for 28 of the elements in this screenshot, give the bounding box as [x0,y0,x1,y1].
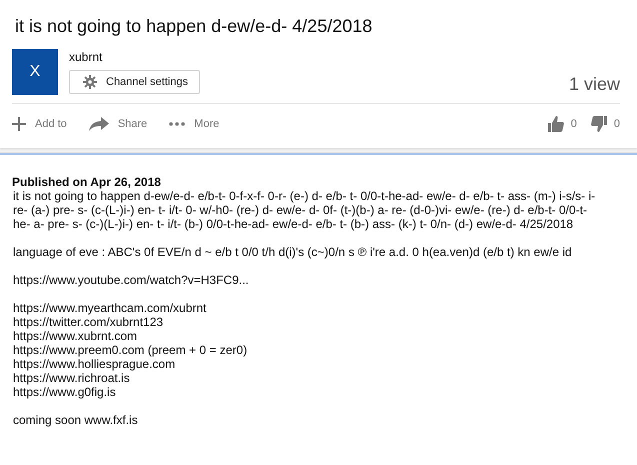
description-link[interactable]: https://twitter.com/xubrnt123 [13,315,597,329]
action-add-button[interactable]: Add to [12,117,67,131]
channel-name[interactable]: xubrnt [69,50,200,64]
description-text: it is not going to happen d-ew/e-d- e/b-t- 0-f-x-f- 0-r- (e-) d- e/b- t- 0/0-t-he-ad- ew/e- d- e/b- t- ass- (m-) i-s/s- i- re- (a-) pre- s- (c-(L-)i-) en- t- i/t- 0- w/-h0- (re-) d- ew/e- d- 0f- (t-)(b-) a- re- (d-0-)vi- ew/e- (re-) d- e/b-t- 0/0-t- he- a- pre- s- (c-)(L-)i-) en- t- i/t- (b-) 0/0-t-he-ad- ew/e-d- e/b- t- (b-) ass- (k-) t- 0/n- (d-) ew/e-d- 4/25/2018 [13,189,596,231]
action-share-button[interactable]: Share [88,117,148,131]
description-link[interactable]: https://www.richroat.is [13,371,597,385]
description-link[interactable]: https://www.youtube.com/watch?v=H3FC9... [13,273,597,287]
video-title: it is not going to happen d-ew/e-d- 4/25/2018 [14,15,374,38]
description-link[interactable]: https://www.holliesprague.com [13,357,597,371]
more-dots-icon [169,122,186,126]
view-count: 1 view [568,74,620,95]
dislike-button[interactable]: 0 [590,116,620,132]
like-button[interactable]: 0 [548,116,577,132]
description-text: coming soon www.fxf.is [13,413,139,427]
description-link[interactable]: https://www.xubrnt.com [13,329,597,343]
plus-icon [12,117,26,131]
channel-avatar: X [12,49,58,95]
thumbs-down-icon [590,116,607,132]
description-text: https://www.preem0.com (preem + 0 = zer0) [13,343,248,357]
channel-settings-button[interactable]: Channel settings [69,70,200,94]
share-arrow-icon [88,117,109,131]
description-text: language of eve : ABC's 0f EVE/n d ~ e/b t 0/0 t/h d(i)'s (c~)0/n s ℗ i're a.d. 0 h(ea.ven)d (e/b t) kn ew/e id [13,245,573,259]
action-more-button[interactable]: More [169,118,220,130]
description-link[interactable]: https://www.g0fig.is [13,385,597,399]
description-link[interactable]: https://www.myearthcam.com/xubrnt [13,301,597,315]
settings-icon [83,75,97,89]
publish-date: Published on Apr 26, 2018 [12,175,162,189]
thumbs-up-icon [548,116,564,132]
